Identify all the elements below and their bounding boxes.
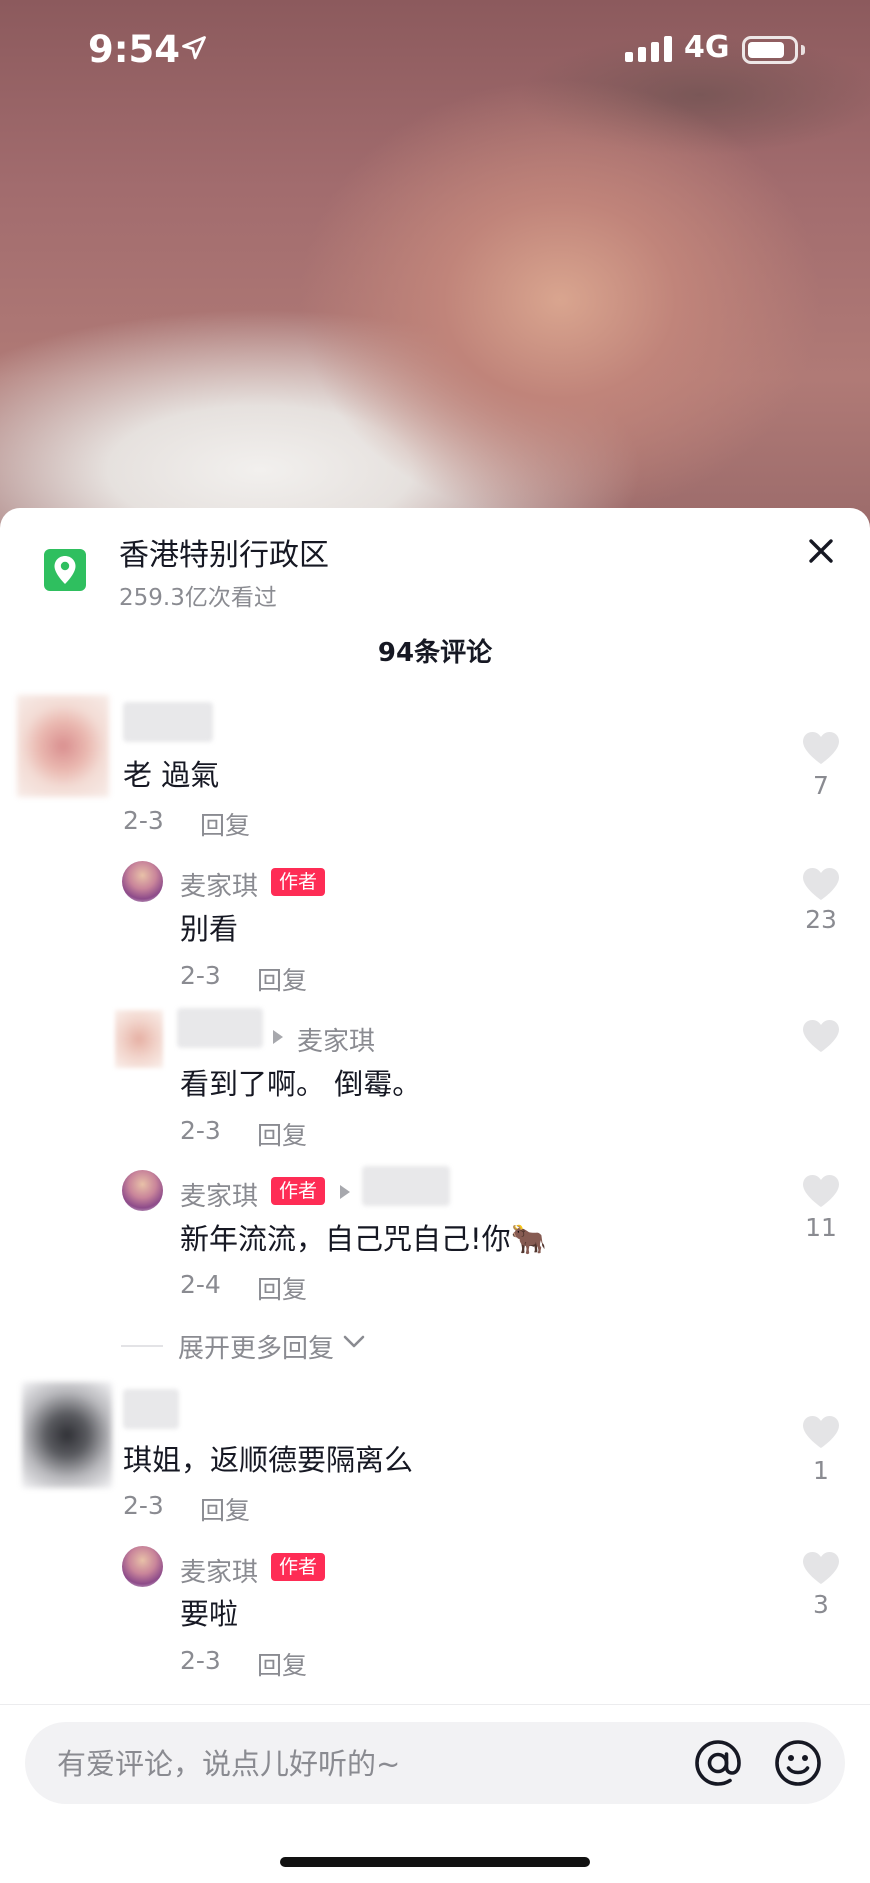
home-indicator[interactable] xyxy=(280,1857,590,1867)
battery-icon xyxy=(742,36,798,64)
reply-button[interactable]: 回复 xyxy=(257,961,307,997)
author-badge: 作者 xyxy=(271,1177,326,1205)
triangle-right-icon xyxy=(273,1030,283,1044)
author-badge: 作者 xyxy=(271,1553,326,1581)
close-button[interactable] xyxy=(800,530,842,572)
avatar[interactable] xyxy=(17,695,109,797)
location-arrow-icon xyxy=(182,36,206,60)
at-icon[interactable] xyxy=(692,1737,744,1789)
comment-author[interactable]: 麦家琪 xyxy=(180,866,258,903)
map-pin-icon xyxy=(44,549,86,591)
triangle-right-icon xyxy=(340,1185,350,1199)
video-background[interactable] xyxy=(0,0,870,540)
avatar[interactable] xyxy=(122,861,163,902)
comment-input[interactable] xyxy=(55,1722,679,1806)
heart-icon[interactable] xyxy=(801,730,841,766)
reply-button[interactable]: 回复 xyxy=(200,1491,250,1527)
comment-text: 看到了啊。 倒霉。 xyxy=(180,1067,422,1101)
reply-button[interactable]: 回复 xyxy=(257,1646,307,1682)
comment-date: 2-3 xyxy=(180,1116,221,1145)
comment-author[interactable]: 麦家琪 xyxy=(180,1552,258,1589)
avatar[interactable] xyxy=(122,1170,163,1211)
heart-icon[interactable] xyxy=(801,866,841,902)
comment-date: 2-3 xyxy=(180,961,221,990)
comment-date: 2-3 xyxy=(180,1646,221,1675)
username-blurred[interactable] xyxy=(362,1166,450,1206)
comment-text: 要啦 xyxy=(180,1597,239,1631)
heart-icon[interactable] xyxy=(801,1550,841,1586)
comment-text: 老 過氣 xyxy=(123,758,220,792)
like-count: 3 xyxy=(813,1590,829,1619)
close-icon xyxy=(809,539,833,563)
network-type: 4G xyxy=(684,30,730,65)
comment-author[interactable]: 麦家琪 xyxy=(180,1176,258,1213)
like-count: 7 xyxy=(813,771,829,800)
heart-icon[interactable] xyxy=(801,1173,841,1209)
chevron-down-icon[interactable] xyxy=(342,1334,366,1350)
author-badge: 作者 xyxy=(271,868,326,896)
reply-button[interactable]: 回复 xyxy=(257,1270,307,1306)
like-count: 11 xyxy=(805,1213,837,1242)
avatar[interactable] xyxy=(22,1382,112,1488)
comment-date: 2-3 xyxy=(123,1491,164,1520)
comments-count: 94条评论 xyxy=(377,638,493,668)
battery-tip xyxy=(801,45,805,55)
cellular-signal-icon xyxy=(625,36,672,62)
heart-icon[interactable] xyxy=(801,1414,841,1450)
comment-date: 2-3 xyxy=(123,806,164,835)
comment-date: 2-4 xyxy=(180,1270,221,1299)
status-time: 9:54 xyxy=(88,28,181,71)
expand-replies-button[interactable]: 展开更多回复 xyxy=(178,1328,334,1365)
avatar[interactable] xyxy=(115,1010,163,1068)
input-divider xyxy=(0,1704,870,1705)
reply-to-name[interactable]: 麦家琪 xyxy=(297,1021,375,1058)
username-blurred[interactable] xyxy=(177,1008,263,1048)
like-count: 1 xyxy=(813,1456,829,1485)
expand-divider xyxy=(121,1345,163,1347)
comment-text: 琪姐，返顺德要隔离么 xyxy=(123,1443,414,1477)
location-views: 259.3亿次看过 xyxy=(119,585,277,611)
username-blurred[interactable] xyxy=(123,1389,179,1429)
heart-icon[interactable] xyxy=(801,1018,841,1054)
location-title[interactable]: 香港特别行政区 xyxy=(119,530,329,574)
reply-button[interactable]: 回复 xyxy=(257,1116,307,1152)
like-count: 23 xyxy=(805,905,837,934)
emoji-icon[interactable] xyxy=(772,1737,824,1789)
reply-button[interactable]: 回复 xyxy=(200,806,250,842)
comment-text: 新年流流，自己咒自己!你🐂 xyxy=(180,1222,547,1256)
avatar[interactable] xyxy=(122,1546,163,1587)
username-blurred[interactable] xyxy=(123,702,213,742)
comment-text: 别看 xyxy=(180,912,239,946)
